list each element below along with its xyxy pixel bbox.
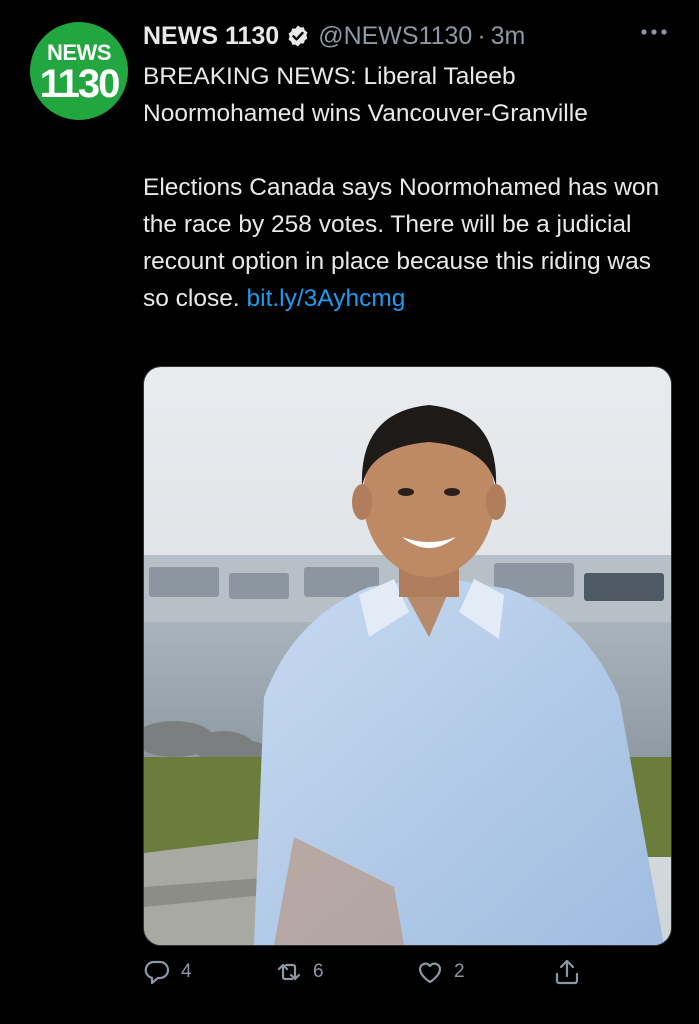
avatar-text-bottom: 1130 bbox=[39, 62, 121, 106]
retweet-button[interactable]: 6 bbox=[275, 958, 324, 986]
tweet-text: BREAKING NEWS: Liberal Taleeb Noormohame… bbox=[143, 58, 678, 317]
tweet-photo[interactable] bbox=[143, 366, 672, 946]
tweet-time[interactable]: 3m bbox=[491, 22, 526, 51]
retweet-icon bbox=[277, 963, 301, 981]
tweet-link[interactable]: bit.ly/3Ayhcmg bbox=[247, 285, 406, 312]
tweet-header: NEWS 1130 @NEWS1130 · 3m bbox=[143, 18, 659, 54]
tweet[interactable]: NEWS 1130 NEWS 1130 @NEWS1130 · 3m BREAK… bbox=[0, 0, 699, 1024]
share-button[interactable] bbox=[553, 958, 581, 986]
like-count: 2 bbox=[454, 961, 465, 982]
avatar[interactable]: NEWS 1130 bbox=[30, 22, 128, 120]
separator-dot: · bbox=[477, 21, 486, 50]
reply-icon bbox=[144, 960, 170, 985]
heart-icon bbox=[418, 962, 442, 984]
tweet-headline: BREAKING NEWS: Liberal Taleeb Noormohame… bbox=[143, 63, 588, 127]
tweet-actions: 4 6 2 bbox=[143, 958, 670, 998]
retweet-count: 6 bbox=[313, 961, 324, 982]
more-options-icon[interactable] bbox=[639, 24, 669, 40]
account-handle[interactable]: @NEWS1130 bbox=[318, 22, 472, 51]
reply-button[interactable]: 4 bbox=[143, 958, 192, 986]
reply-count: 4 bbox=[181, 961, 192, 982]
share-icon bbox=[555, 959, 579, 985]
avatar-text-top: NEWS bbox=[47, 40, 112, 65]
like-button[interactable]: 2 bbox=[416, 958, 465, 986]
photo-of-smiling-man-by-harbour bbox=[144, 367, 671, 945]
tweet-body: Elections Canada says Noormohamed has wo… bbox=[143, 169, 678, 317]
verified-badge-icon bbox=[288, 25, 308, 47]
account-name[interactable]: NEWS 1130 bbox=[143, 22, 279, 51]
